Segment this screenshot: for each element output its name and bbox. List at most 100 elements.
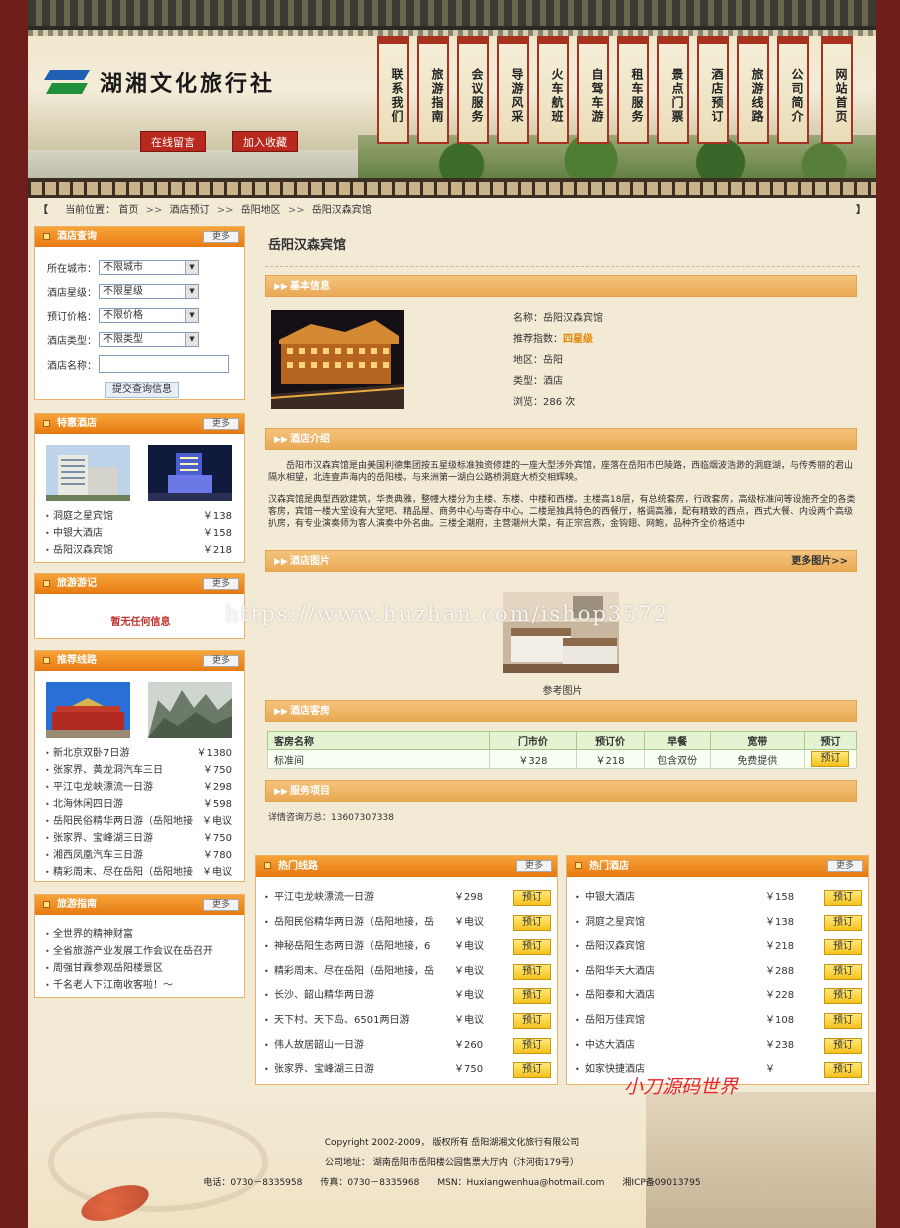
hotel-name: 岳阳泰和大酒店 bbox=[585, 990, 655, 1002]
room-book-cell: 预订 bbox=[803, 749, 858, 769]
price-row: 预订价格： 不限价格 ▼ bbox=[47, 308, 199, 323]
nav-train[interactable]: 火车航班 bbox=[537, 36, 569, 144]
book-route-button[interactable]: 预订 bbox=[513, 963, 551, 980]
list-item[interactable]: 湘西凤凰汽车三日游 ￥780 bbox=[45, 847, 236, 864]
nav-tickets[interactable]: 景点门票 bbox=[657, 36, 689, 144]
breadcrumb-hotel-booking[interactable]: 酒店预订 bbox=[170, 205, 210, 216]
list-item[interactable]: 岳阳万佳宾馆 ￥108 预订 bbox=[575, 1009, 862, 1034]
book-route-button[interactable]: 预订 bbox=[513, 1062, 551, 1079]
travel-guide-more-button[interactable]: 更多 bbox=[203, 899, 239, 911]
list-item[interactable]: 周强甘霖参观岳阳楼景区 bbox=[45, 960, 236, 977]
hot-routes-title: 热门线路 bbox=[278, 861, 318, 872]
footer-contact: 电话：0730－8335958 传真：0730－8335968 MSN：Huxi… bbox=[203, 1178, 701, 1188]
list-item[interactable]: 新北京双卧7日游 ￥1380 bbox=[45, 745, 236, 762]
book-route-button[interactable]: 预订 bbox=[513, 988, 551, 1005]
list-item[interactable]: 岳阳华天大酒店 ￥288 预订 bbox=[575, 960, 862, 985]
book-route-button[interactable]: 预订 bbox=[513, 890, 551, 906]
book-hotel-button[interactable]: 预订 bbox=[824, 1037, 862, 1054]
route-thumbnail-1[interactable] bbox=[46, 682, 130, 738]
nav-selfdrive[interactable]: 自驾车游 bbox=[577, 36, 609, 144]
online-message-button[interactable]: 在线留言 bbox=[140, 131, 206, 152]
nav-home[interactable]: 网站首页 bbox=[821, 36, 853, 144]
route-price: ￥电议 bbox=[454, 965, 484, 977]
list-item[interactable]: 伟人故居韶山一日游 ￥260 预订 bbox=[264, 1034, 551, 1059]
star-select[interactable]: 不限星级 ▼ bbox=[99, 284, 199, 299]
list-item[interactable]: 平江屯龙峡漂流一日游 ￥298 预订 bbox=[264, 886, 551, 911]
list-item[interactable]: 北海休闲四日游 ￥598 bbox=[45, 796, 236, 813]
nav-carrental[interactable]: 租车服务 bbox=[617, 36, 649, 144]
nav-guide[interactable]: 旅游指南 bbox=[417, 36, 449, 144]
list-item[interactable]: 天下村、天下岛、6501两日游 ￥电议 预订 bbox=[264, 1009, 551, 1034]
nav-meeting[interactable]: 会议服务 bbox=[457, 36, 489, 144]
list-item[interactable]: 全世界的精神财富 bbox=[45, 926, 236, 943]
nav-routes[interactable]: 旅游线路 bbox=[737, 36, 769, 144]
more-pictures-link[interactable]: 更多图片>> bbox=[791, 551, 848, 573]
list-item[interactable]: 长沙、韶山精华两日游 ￥电议 预订 bbox=[264, 984, 551, 1009]
type-select[interactable]: 不限类型 ▼ bbox=[99, 332, 199, 347]
dropdown-arrow-icon: ▼ bbox=[185, 285, 198, 298]
breadcrumb-region[interactable]: 岳阳地区 bbox=[241, 205, 281, 216]
hotel-search-more-button[interactable]: 更多 bbox=[203, 231, 239, 243]
list-item[interactable]: 洞庭之星宾馆 ￥138 bbox=[45, 508, 236, 525]
book-route-button[interactable]: 预订 bbox=[513, 1012, 551, 1029]
list-item[interactable]: 岳阳泰和大酒店 ￥228 预订 bbox=[575, 984, 862, 1009]
nav-tourguide[interactable]: 导游风采 bbox=[497, 36, 529, 144]
site-footer: Copyright 2002-2009， 版权所有 岳阳湖湘文化旅行有限公司 公… bbox=[28, 1092, 876, 1228]
list-item[interactable]: 神秘岳阳生态两日游（岳阳地接，6 ￥电议 预订 bbox=[264, 935, 551, 960]
route-thumbnail-2[interactable] bbox=[148, 682, 232, 738]
hotel-thumbnail-1[interactable] bbox=[46, 445, 130, 501]
list-item[interactable]: 中银大酒店 ￥158 bbox=[45, 525, 236, 542]
nav-hotel[interactable]: 酒店预订 bbox=[697, 36, 729, 144]
list-item[interactable]: 千名老人下江南收客啦！～ bbox=[45, 977, 236, 994]
city-label: 所在城市： bbox=[47, 264, 97, 275]
hot-routes-more-button[interactable]: 更多 bbox=[516, 860, 552, 872]
special-hotels-more-button[interactable]: 更多 bbox=[203, 418, 239, 430]
list-item[interactable]: 精彩周末、尽在岳阳（岳阳地接 ￥电议 bbox=[45, 864, 236, 881]
book-hotel-button[interactable]: 预订 bbox=[824, 890, 862, 906]
price-select[interactable]: 不限价格 ▼ bbox=[99, 308, 199, 323]
search-submit-button[interactable]: 提交查询信息 bbox=[105, 382, 179, 398]
recommended-routes-more-button[interactable]: 更多 bbox=[203, 655, 239, 667]
hotel-name-input[interactable] bbox=[99, 355, 229, 373]
add-favorite-button[interactable]: 加入收藏 bbox=[232, 131, 298, 152]
list-item[interactable]: 岳阳民俗精华两日游（岳阳地接 ￥电议 bbox=[45, 813, 236, 830]
book-hotel-button[interactable]: 预订 bbox=[824, 1062, 862, 1079]
book-hotel-button[interactable]: 预订 bbox=[824, 939, 862, 956]
list-item[interactable]: 中达大酒店 ￥238 预订 bbox=[575, 1034, 862, 1059]
book-hotel-button[interactable]: 预订 bbox=[824, 1012, 862, 1029]
list-item[interactable]: 张家界、宝峰湖三日游 ￥750 bbox=[45, 830, 236, 847]
list-item[interactable]: 张家界、宝峰湖三日游 ￥750 预订 bbox=[264, 1058, 551, 1083]
route-price: ￥电议 bbox=[454, 916, 484, 928]
list-item[interactable]: 全省旅游产业发展工作会议在岳召开 bbox=[45, 943, 236, 960]
book-hotel-button[interactable]: 预订 bbox=[824, 963, 862, 980]
route-name: 天下村、天下岛、6501两日游 bbox=[274, 1014, 410, 1026]
star-label: 酒店星级： bbox=[47, 288, 97, 299]
breadcrumb-home[interactable]: 首页 bbox=[118, 205, 138, 216]
recommended-routes-list: 新北京双卧7日游 ￥1380 张家界、黄龙洞汽车三日 ￥750 平江屯龙峡漂流一日游… bbox=[45, 745, 236, 881]
book-route-button[interactable]: 预订 bbox=[513, 914, 551, 931]
book-hotel-button[interactable]: 预订 bbox=[824, 988, 862, 1005]
list-item[interactable]: 张家界、黄龙洞汽车三日 ￥750 bbox=[45, 762, 236, 779]
book-hotel-button[interactable]: 预订 bbox=[824, 914, 862, 931]
site-logo[interactable]: 湖湘文化旅行社 bbox=[44, 66, 275, 98]
city-select[interactable]: 不限城市 ▼ bbox=[99, 260, 199, 275]
book-route-button[interactable]: 预订 bbox=[513, 939, 551, 956]
list-item[interactable]: 中银大酒店 ￥158 预订 bbox=[575, 886, 862, 911]
hot-hotels-more-button[interactable]: 更多 bbox=[827, 860, 863, 872]
list-item[interactable]: 平江屯龙峡漂流一日游 ￥298 bbox=[45, 779, 236, 796]
nav-contact[interactable]: 联系我们 bbox=[377, 36, 409, 144]
travel-notes-more-button[interactable]: 更多 bbox=[203, 578, 239, 590]
book-room-button[interactable]: 预订 bbox=[811, 751, 850, 767]
footer-copyright: Copyright 2002-2009， 版权所有 岳阳湖湘文化旅行有限公司 bbox=[324, 1138, 580, 1148]
list-item[interactable]: 岳阳汉森宾馆 ￥218 预订 bbox=[575, 935, 862, 960]
list-item[interactable]: 岳阳民俗精华两日游（岳阳地接，岳 ￥电议 预订 bbox=[264, 911, 551, 936]
hotel-name: 中银大酒店 bbox=[53, 528, 103, 539]
breadcrumb-current[interactable]: 岳阳汉森宾馆 bbox=[312, 205, 372, 216]
book-route-button[interactable]: 预订 bbox=[513, 1037, 551, 1054]
hotel-thumbnail-2[interactable] bbox=[148, 445, 232, 501]
list-item[interactable]: 岳阳汉森宾馆 ￥218 bbox=[45, 542, 236, 559]
list-item[interactable]: 洞庭之星宾馆 ￥138 预订 bbox=[575, 911, 862, 936]
nav-about[interactable]: 公司简介 bbox=[777, 36, 809, 144]
hotel-photo[interactable] bbox=[271, 310, 404, 409]
list-item[interactable]: 精彩周末、尽在岳阳（岳阳地接，岳 ￥电议 预订 bbox=[264, 960, 551, 985]
